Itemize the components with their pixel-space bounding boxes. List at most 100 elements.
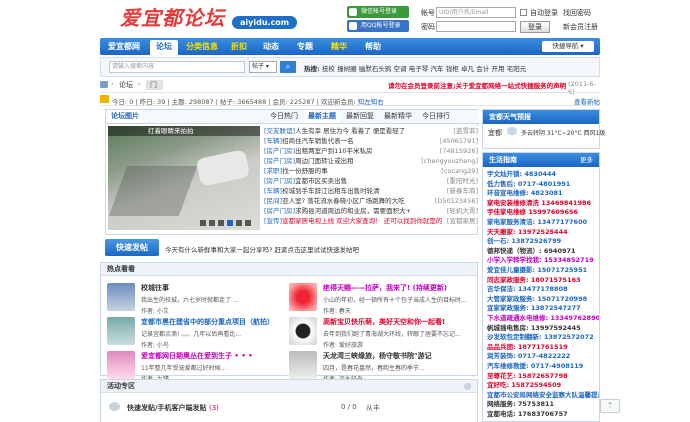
life-guide-item[interactable]: 汽车维修救援: 0717-4908119 [487, 362, 583, 370]
life-guide-item[interactable]: 宜都电话: 17683706757 [487, 410, 568, 418]
hot-term[interactable]: 撞树圈 [337, 65, 357, 73]
hot-term[interactable]: 技校 [322, 65, 335, 73]
nav-item-discount[interactable]: 折扣 [226, 38, 252, 55]
back-to-top-button[interactable]: ⇡ [600, 399, 620, 413]
slide-dot[interactable] [200, 220, 206, 226]
search-input[interactable]: 请输入搜索内容 [109, 61, 245, 73]
hot-item-image[interactable] [107, 317, 135, 345]
hot-term[interactable]: 卓凡 [461, 65, 474, 73]
home-icon[interactable] [100, 81, 108, 88]
life-guide-item[interactable]: 低力售后: 0717-4801991 [487, 180, 570, 188]
hot-item-image[interactable] [289, 351, 317, 379]
life-guide-item[interactable]: 小学入学转学找我: 15334852719 [487, 256, 594, 264]
new-posts-link[interactable]: 查看新帖 [574, 96, 600, 106]
slide-dot[interactable] [218, 220, 224, 226]
quick-nav-button[interactable]: 快捷导航 ▾ [542, 41, 594, 52]
life-guide-item[interactable]: 大管家家政服务: 15071720998 [487, 295, 587, 303]
life-guide-item[interactable]: 网络服务: 75753811 [487, 400, 554, 408]
life-guide-more[interactable]: 更多 [580, 153, 593, 167]
login-button[interactable]: 登录 [520, 21, 550, 33]
hot-item-image[interactable] [107, 351, 135, 379]
tab-today-hot[interactable]: 今日热门 [266, 110, 302, 123]
hot-item-image[interactable] [289, 317, 317, 345]
life-guide-item[interactable]: 沙发软包定制翻新: 13872572072 [487, 333, 594, 341]
hot-term[interactable]: 会计 [476, 65, 489, 73]
new-member-link[interactable]: 知左知右 [358, 98, 384, 106]
nav-item-topics[interactable]: 专题 [290, 38, 320, 55]
life-guide-item[interactable]: 宇文灿开锁: 4830444 [487, 170, 556, 178]
life-guide-item[interactable]: 至尊花艺: 15872657798 [487, 372, 568, 380]
activity-item-link[interactable]: 快速发贴/手机客户端发贴 (3) [127, 403, 219, 413]
life-guide-item[interactable]: 下水道疏通水电维修: 13349762890 [487, 314, 599, 322]
life-guide-item[interactable]: 爱宜佳儿童摄影: 15071725951 [487, 266, 587, 274]
tab-latest-topics[interactable]: 最新主题 [304, 110, 340, 123]
wechat-login-button[interactable]: 微信帐号登录 [347, 6, 409, 18]
weather-title: 宜都天气预报 [483, 110, 599, 124]
search-button[interactable]: ⌕ [280, 61, 296, 73]
tab-today-ranking[interactable]: 今日排行 [418, 110, 454, 123]
thread-item[interactable]: [房产门房]周边门面转让或出租 [chengyouzheng] [264, 156, 478, 166]
hot-term[interactable]: 汽车 [431, 65, 444, 73]
slide-dot[interactable] [209, 220, 215, 226]
quick-post-prompt[interactable]: 今天有什么新鲜事和大家一起分享吗? 赶紧点击这里试试快速发帖吧 [165, 244, 359, 254]
hot-item-image[interactable] [289, 283, 317, 311]
life-guide-item[interactable]: 创一石: 13872526799 [487, 237, 561, 245]
find-password-link[interactable]: 找回密码 [563, 8, 591, 18]
breadcrumb-forum[interactable]: 论坛 [119, 80, 133, 90]
hot-term[interactable]: 电子琴 [409, 65, 429, 73]
slide-dot[interactable] [236, 220, 242, 226]
thread-item[interactable]: [求职]找一份舒服的事 [cocang29] [264, 166, 478, 176]
hot-item-image[interactable] [107, 283, 135, 311]
thread-item[interactable]: [车辆]招商住汽车销售代表一名 [45061791] [264, 136, 478, 146]
hot-term[interactable]: 幽默石头鸦 [359, 65, 392, 73]
life-guide-item[interactable]: 吉华保洁: 13477178808 [487, 285, 568, 293]
nav-item-classified[interactable]: 分类信息 [182, 38, 222, 55]
life-guide-item[interactable]: 帆城插电售房: 13997592445 [487, 324, 581, 332]
nav-item-forum[interactable]: 论坛 [150, 40, 178, 55]
thread-item[interactable]: [宣传]宣都家居电视上线 欢迎大家查询！ 还可以找到你就是的 [宣都家居] [264, 216, 478, 226]
life-guide-item[interactable]: 家电安装维修清洗 13469841986 [487, 199, 591, 207]
hot-term[interactable]: 开用 [491, 65, 504, 73]
stat-posts: 帖子: 3665488 [220, 98, 267, 106]
register-link[interactable]: 新会员注册 [563, 22, 598, 32]
life-guide-item[interactable]: 宜家家政服务: 13872547277 [487, 304, 581, 312]
quick-post-button[interactable]: 快速发帖 [105, 239, 159, 256]
hot-term[interactable]: 空调 [394, 65, 407, 73]
slideshow-image[interactable]: 红着眼睛来拍拍 [108, 126, 260, 230]
slide-dot[interactable] [245, 220, 251, 226]
life-guide-item[interactable]: 环音宣电维修: 4823081 [487, 189, 563, 197]
thread-item[interactable]: [房产门房]出租两室户到110平米私房 [74815926] [264, 146, 478, 156]
life-guide-item[interactable]: 品品兵团: 18771761519 [487, 343, 568, 351]
slide-dot-active[interactable] [227, 220, 233, 226]
life-guide-item[interactable]: 宜好吃: 15872594509 [487, 381, 561, 389]
life-guide-item[interactable]: 宇佳家电维修 15997609656 [487, 208, 578, 216]
site-logo[interactable]: 爱宜都论坛 aiyidu.com [100, 2, 300, 36]
password-input[interactable] [436, 21, 516, 32]
thread-item[interactable]: [交友联谊]人生有幸 居住为今 看着了 便是看轻了 [蓝雪菲] [264, 126, 478, 136]
hot-term[interactable]: 宅阳元 [507, 65, 527, 73]
tab-forum-images[interactable]: 论坛图片 [108, 110, 142, 123]
hot-term[interactable]: 钱柜 [446, 65, 459, 73]
life-guide-item[interactable]: 家电家服务清洁: 13477177600 [487, 218, 587, 226]
life-guide-item[interactable]: 同志家政服务: 18071575163 [487, 276, 581, 284]
life-guide-item[interactable]: 天天搬家: 13972525444 [487, 228, 568, 236]
nav-item-digest[interactable]: 精华 [324, 38, 354, 55]
nav-item-dynamic[interactable]: 动态 [256, 38, 286, 55]
notice-link[interactable]: 请勿在会员登录前注意;关于爱宜都网络一站式快捷服务的声明 [388, 80, 566, 90]
thread-item[interactable]: [民间]亚人室? 落花流水春晓小区广场跳舞的大吃 [D50123456] [264, 196, 478, 206]
collapse-icon[interactable] [464, 383, 471, 390]
tab-latest-digest[interactable]: 最新精华 [380, 110, 416, 123]
life-guide-item[interactable]: 德邦快递（物流）: 6940971 [487, 247, 576, 255]
thread-item[interactable]: [房产门房]求购县河道周边的和业房，需要面积大+ [轮机大哥] [264, 206, 478, 216]
thread-item[interactable]: [房产门房]宜都市区买卖出售 [重阳时光] [264, 176, 478, 186]
nav-item-home[interactable]: 爱宜都网 [100, 38, 148, 55]
life-guide-item[interactable]: 宜都市公安局网络安全监察大队温馨提示 [487, 391, 599, 399]
auto-login-checkbox[interactable] [520, 9, 527, 16]
thread-item[interactable]: [车辆]校城到手车辞江出租车出售时轮清 [新春车商] [264, 186, 478, 196]
account-input[interactable]: UID/用户名/Email [436, 7, 516, 18]
life-guide-item[interactable]: 润芳装饰: 0717-4822222 [487, 352, 570, 360]
tab-latest-replies[interactable]: 最新回复 [342, 110, 378, 123]
nav-item-help[interactable]: 帮助 [358, 38, 388, 55]
qq-login-button[interactable]: 用QQ帐号登录 [347, 20, 409, 32]
search-scope-select[interactable]: 帖子 ▾ [249, 61, 277, 73]
